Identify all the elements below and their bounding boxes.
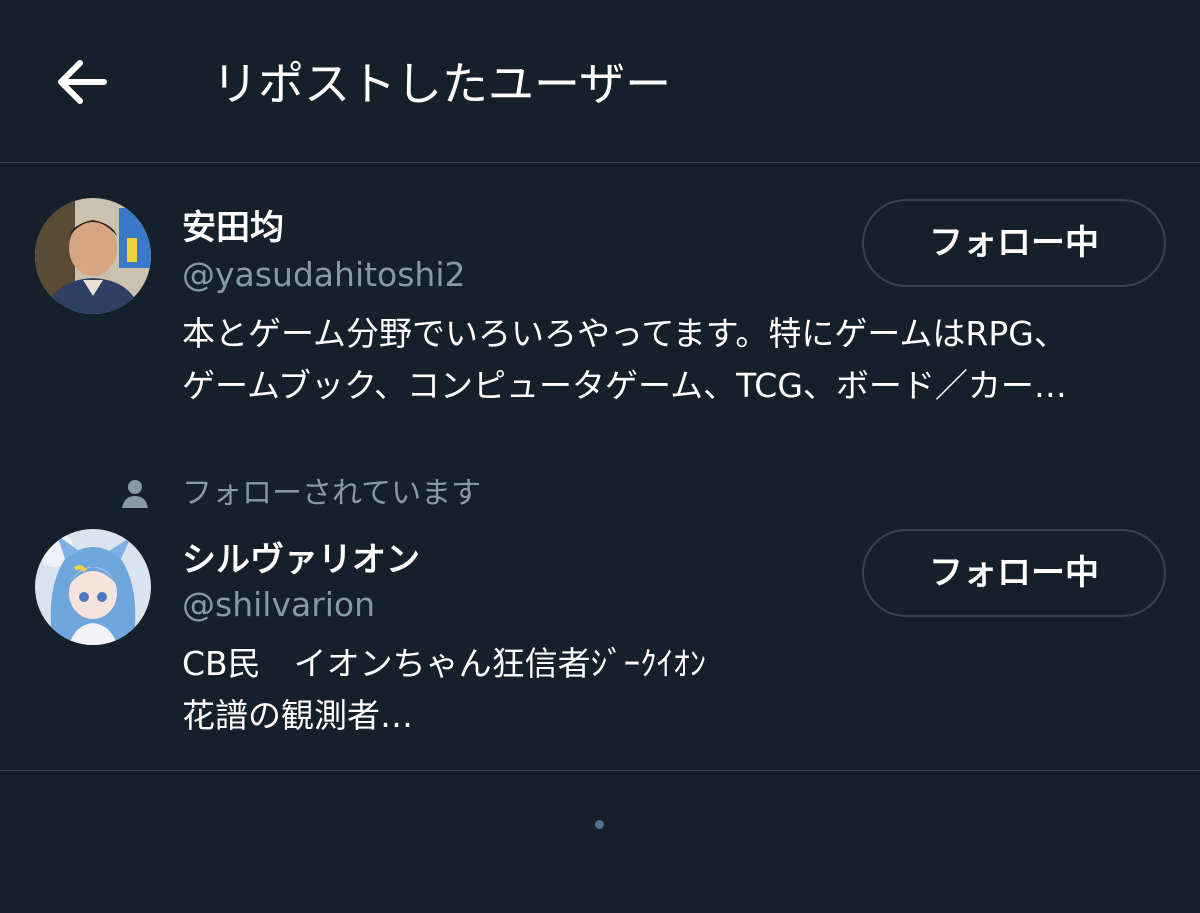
user-bio-line: CB民 イオンちゃん狂信者ｼﾞｰｸｲｵﾝ: [182, 644, 707, 683]
loading-indicator: [595, 820, 604, 829]
divider: [0, 770, 1200, 771]
top-app-bar: リポストしたユーザー: [0, 0, 1200, 163]
arrow-left-icon: [58, 60, 107, 104]
avatar[interactable]: [35, 529, 151, 645]
back-button[interactable]: [52, 52, 112, 112]
person-icon: [122, 480, 148, 508]
page-title: リポストしたユーザー: [212, 57, 672, 111]
avatar[interactable]: [35, 198, 151, 314]
user-bio-line: ゲームブック、コンピュータゲーム、TCG、ボード／カー…: [182, 366, 1067, 405]
follows-you-label: フォローされています: [182, 476, 482, 511]
following-button[interactable]: フォロー中: [862, 529, 1166, 617]
user-bio-line: 本とゲーム分野でいろいろやってます。特にゲームはRPG、: [182, 314, 1067, 353]
user-name: シルヴァリオン: [182, 540, 420, 580]
user-handle: @shilvarion: [182, 585, 376, 624]
following-button[interactable]: フォロー中: [862, 199, 1166, 287]
user-handle: @yasudahitoshi2: [182, 255, 466, 294]
user-name: 安田均: [182, 208, 284, 248]
user-bio-line: 花譜の観測者…: [182, 696, 413, 735]
